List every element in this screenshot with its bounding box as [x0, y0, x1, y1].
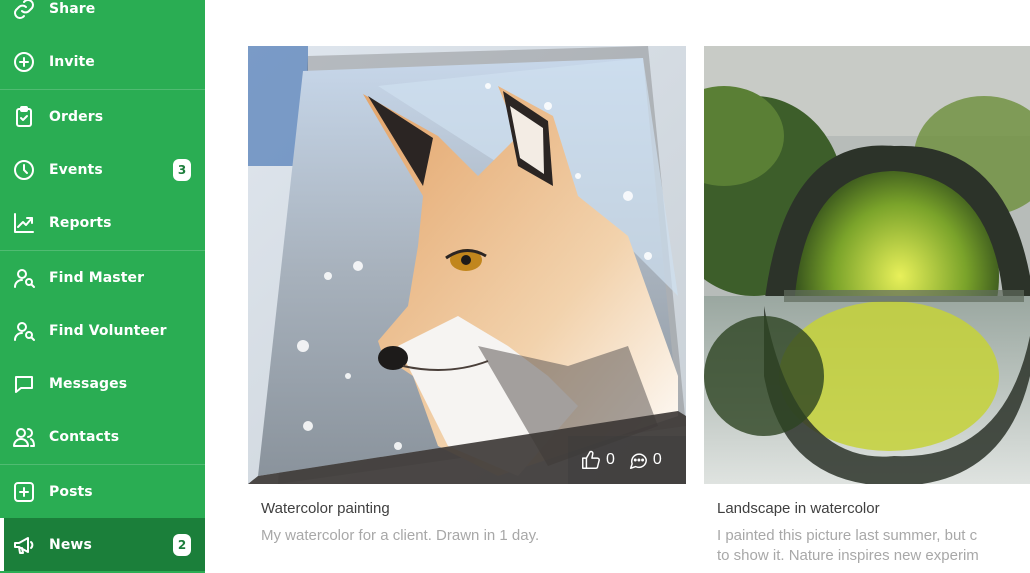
user-search-icon: [12, 319, 36, 343]
sidebar-item-posts[interactable]: Posts: [0, 465, 205, 518]
watercolor-fox-image[interactable]: 0 0: [248, 46, 686, 484]
news-count-badge: 2: [173, 533, 191, 556]
thumbs-up-icon: [582, 450, 600, 469]
sidebar-item-label: Find Volunteer: [49, 322, 167, 339]
chat-icon: [12, 372, 36, 396]
sidebar-item-contacts[interactable]: Contacts: [0, 410, 205, 463]
sidebar-item-label: Share: [49, 0, 96, 17]
comment-button[interactable]: 0: [627, 449, 662, 471]
sidebar-item-label: Events: [49, 161, 103, 178]
post-description: My watercolor for a client. Drawn in 1 d…: [261, 527, 540, 544]
sidebar-item-reports[interactable]: Reports: [0, 196, 205, 249]
post-description: I painted this picture last summer, but …: [717, 526, 1030, 566]
post-card[interactable]: 0 0 Watercolor painting My watercolor fo…: [248, 46, 686, 566]
post-card[interactable]: Landscape in watercolor I painted this p…: [704, 46, 1030, 566]
post-title[interactable]: Watercolor painting: [261, 500, 390, 517]
sidebar-item-find-volunteer[interactable]: Find Volunteer: [0, 304, 205, 357]
user-search-icon: [12, 266, 36, 290]
megaphone-icon: [12, 533, 36, 557]
comment-icon: [629, 453, 647, 469]
post-stats-bar: 0 0: [568, 436, 686, 484]
sidebar: Share Invite Orders Events 3 Reports Fin…: [0, 0, 205, 573]
watercolor-bridge-image[interactable]: [704, 46, 1030, 484]
contacts-icon: [12, 425, 36, 449]
trending-up-icon: [12, 211, 36, 235]
link-icon: [12, 0, 36, 21]
sidebar-item-label: News: [49, 536, 92, 553]
like-button[interactable]: 0: [580, 449, 615, 471]
post-title[interactable]: Landscape in watercolor: [717, 500, 880, 517]
sidebar-item-news[interactable]: News 2: [0, 518, 205, 571]
sidebar-item-label: Posts: [49, 483, 93, 500]
post-description-line: I painted this picture last summer, but …: [717, 527, 978, 544]
sidebar-item-invite[interactable]: Invite: [0, 35, 205, 88]
sidebar-item-label: Orders: [49, 108, 104, 125]
comment-count: 0: [652, 451, 662, 468]
sidebar-item-find-master[interactable]: Find Master: [0, 251, 205, 304]
clock-icon: [12, 158, 36, 182]
plus-circle-icon: [12, 50, 36, 74]
sidebar-item-messages[interactable]: Messages: [0, 357, 205, 410]
sidebar-item-events[interactable]: Events 3: [0, 143, 205, 196]
post-description-line: to show it. Nature inspires new experim: [717, 547, 979, 564]
sidebar-item-label: Messages: [49, 375, 128, 392]
like-count: 0: [606, 451, 615, 468]
sidebar-item-label: Invite: [49, 53, 95, 70]
sidebar-item-label: Find Master: [49, 269, 145, 286]
sidebar-item-orders[interactable]: Orders: [0, 90, 205, 143]
plus-square-icon: [12, 480, 36, 504]
events-count-badge: 3: [173, 158, 191, 181]
sidebar-item-label: Contacts: [49, 428, 120, 445]
sidebar-item-share[interactable]: Share: [0, 0, 205, 35]
clipboard-check-icon: [12, 105, 36, 129]
sidebar-item-label: Reports: [49, 214, 112, 231]
